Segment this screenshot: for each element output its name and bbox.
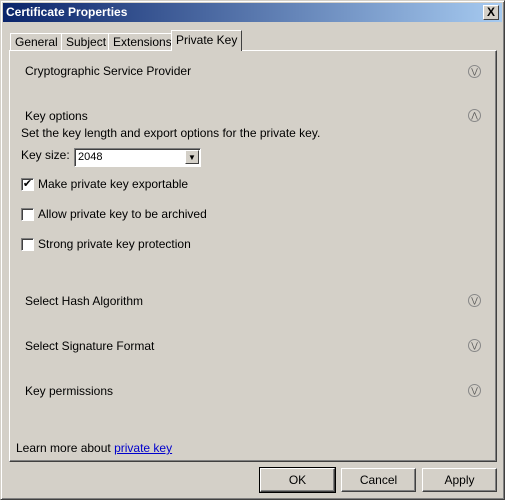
cancel-button[interactable]: Cancel bbox=[341, 468, 416, 492]
key-size-select[interactable]: 2048 ▼ bbox=[74, 148, 201, 167]
key-options-description: Set the key length and export options fo… bbox=[21, 126, 321, 140]
tab-private-key[interactable]: Private Key bbox=[171, 30, 243, 51]
dropdown-arrow-icon[interactable]: ▼ bbox=[185, 150, 199, 164]
window-title: Certificate Properties bbox=[6, 5, 128, 19]
section-csp[interactable]: Cryptographic Service Provider bbox=[25, 64, 191, 78]
tab-extensions[interactable]: Extensions bbox=[108, 33, 177, 51]
chevron-down-circle-icon[interactable]: ⋁ bbox=[468, 294, 481, 307]
archive-checkbox[interactable] bbox=[21, 208, 34, 221]
title-bar: Certificate Properties X bbox=[3, 3, 502, 22]
chevron-down-circle-icon[interactable]: ⋁ bbox=[468, 339, 481, 352]
chevron-up-circle-icon[interactable]: ⋀ bbox=[468, 109, 481, 122]
strong-protection-label[interactable]: Strong private key protection bbox=[38, 237, 191, 251]
section-hash-algorithm[interactable]: Select Hash Algorithm bbox=[25, 294, 143, 308]
learn-more-text: Learn more about bbox=[16, 441, 111, 455]
key-size-label: Key size: bbox=[21, 148, 70, 162]
strong-protection-checkbox[interactable] bbox=[21, 238, 34, 251]
archive-label[interactable]: Allow private key to be archived bbox=[38, 207, 207, 221]
section-key-options[interactable]: Key options bbox=[25, 109, 88, 123]
private-key-link[interactable]: private key bbox=[114, 441, 172, 455]
close-icon[interactable]: X bbox=[483, 5, 499, 20]
exportable-checkbox[interactable]: ✔ bbox=[21, 178, 34, 191]
tab-subject[interactable]: Subject bbox=[61, 33, 112, 51]
exportable-label[interactable]: Make private key exportable bbox=[38, 177, 188, 191]
chevron-down-circle-icon[interactable]: ⋁ bbox=[468, 384, 481, 397]
key-size-value: 2048 bbox=[78, 151, 103, 163]
apply-button[interactable]: Apply bbox=[422, 468, 497, 492]
chevron-down-circle-icon[interactable]: ⋁ bbox=[468, 65, 481, 78]
ok-button[interactable]: OK bbox=[259, 467, 336, 493]
section-key-permissions[interactable]: Key permissions bbox=[25, 384, 113, 398]
learn-more: Learn more about private key bbox=[16, 441, 172, 455]
tab-general[interactable]: General bbox=[10, 33, 63, 51]
section-signature-format[interactable]: Select Signature Format bbox=[25, 339, 154, 353]
